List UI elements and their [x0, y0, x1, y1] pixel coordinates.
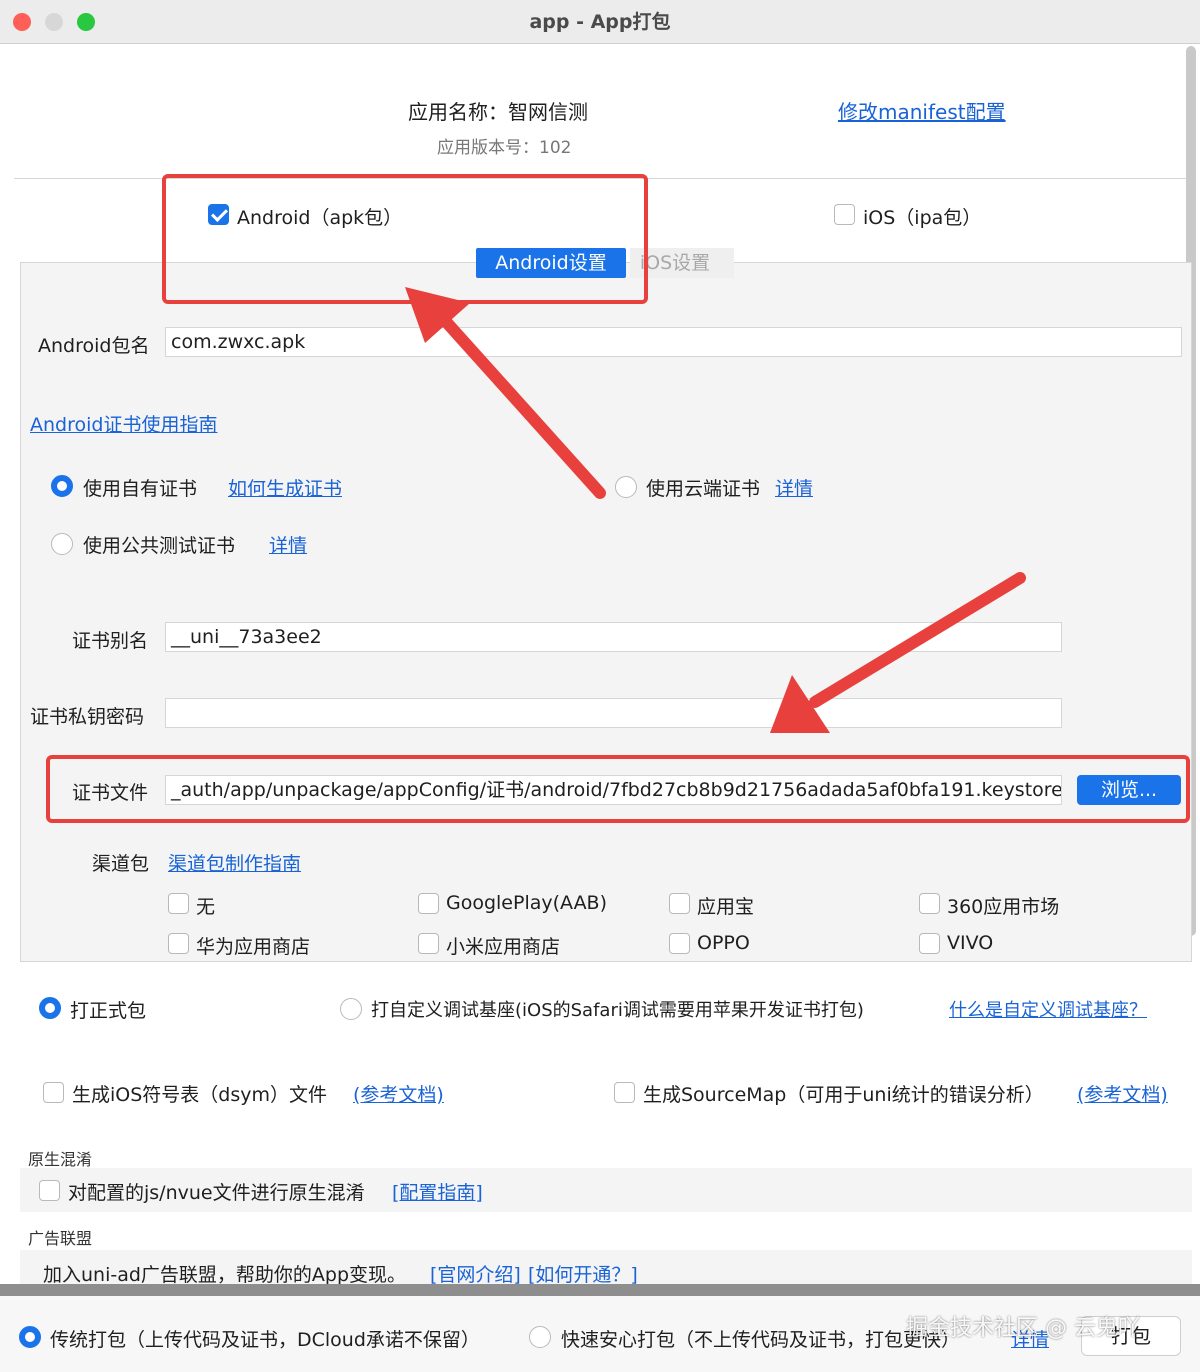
- annotation-arrow-1: [405, 287, 606, 499]
- annotation-arrows: [405, 287, 1026, 733]
- annotation-arrow-2: [770, 572, 1026, 733]
